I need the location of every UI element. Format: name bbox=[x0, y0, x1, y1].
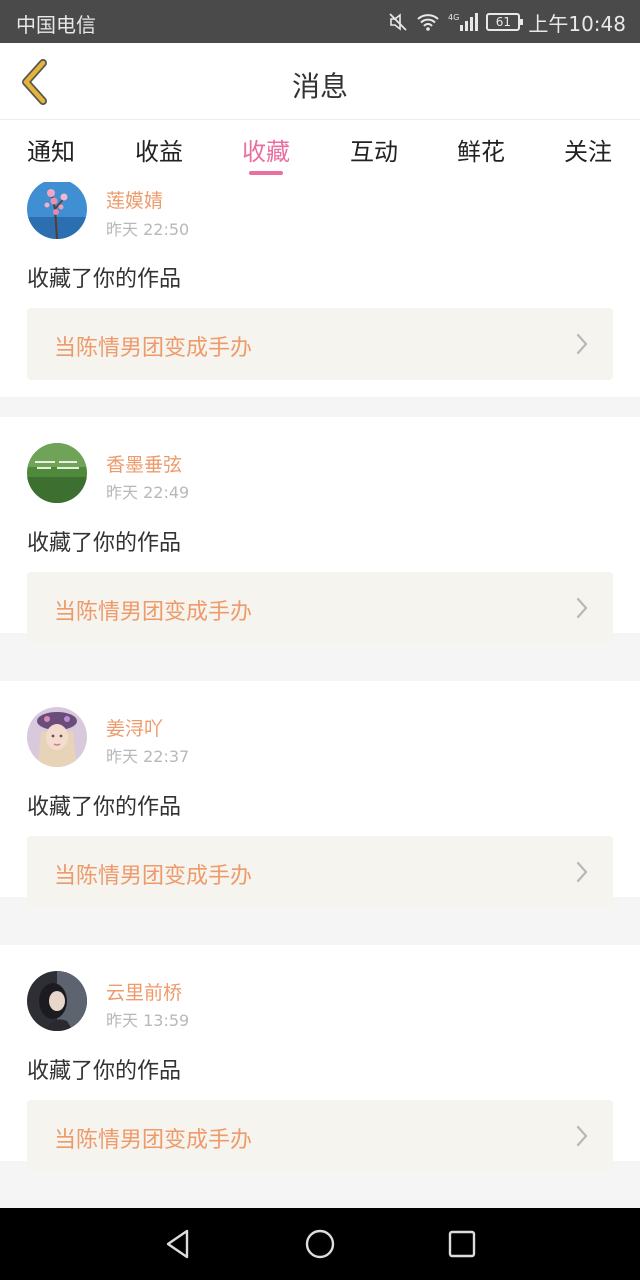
home-circle-icon bbox=[305, 1229, 335, 1259]
work-link[interactable]: 当陈情男团变成手办 bbox=[27, 308, 613, 380]
avatar[interactable] bbox=[27, 182, 87, 239]
timestamp: 昨天 22:50 bbox=[106, 220, 190, 239]
work-title: 当陈情男团变成手办 bbox=[54, 864, 253, 889]
mute-icon bbox=[388, 12, 408, 32]
username[interactable]: 姜浔吖 bbox=[106, 714, 163, 741]
action-text: 收藏了你的作品 bbox=[27, 1059, 182, 1084]
notification-card: 莲嫫婧 昨天 22:50 收藏了你的作品 当陈情男团变成手办 bbox=[0, 182, 640, 397]
carrier-label: 中国电信 bbox=[16, 13, 96, 37]
action-text: 收藏了你的作品 bbox=[27, 795, 182, 820]
work-link[interactable]: 当陈情男团变成手办 bbox=[27, 1100, 613, 1172]
tab-notify[interactable]: 通知 bbox=[1, 132, 101, 167]
timestamp: 昨天 22:37 bbox=[106, 747, 190, 766]
avatar[interactable] bbox=[27, 971, 87, 1031]
chevron-right-icon bbox=[576, 597, 588, 619]
action-text: 收藏了你的作品 bbox=[27, 531, 182, 556]
avatar[interactable] bbox=[27, 707, 87, 767]
nav-back-button[interactable] bbox=[158, 1224, 198, 1264]
tab-favorites[interactable]: 收藏 bbox=[216, 132, 316, 167]
battery-icon: 61 bbox=[486, 13, 524, 31]
chevron-right-icon bbox=[576, 861, 588, 883]
system-nav-bar bbox=[0, 1208, 640, 1280]
action-text: 收藏了你的作品 bbox=[27, 267, 182, 292]
tab-interaction[interactable]: 互动 bbox=[324, 132, 424, 167]
wifi-icon bbox=[416, 12, 440, 32]
username[interactable]: 云里前桥 bbox=[106, 978, 182, 1005]
nav-home-button[interactable] bbox=[300, 1224, 340, 1264]
chevron-right-icon bbox=[576, 1125, 588, 1147]
tab-earnings[interactable]: 收益 bbox=[109, 132, 209, 167]
active-tab-indicator bbox=[249, 171, 283, 175]
status-icons: 4G 61 上午10:48 bbox=[388, 8, 626, 36]
nav-recents-button[interactable] bbox=[442, 1224, 482, 1264]
notification-card: 姜浔吖 昨天 22:37 收藏了你的作品 当陈情男团变成手办 bbox=[0, 681, 640, 908]
notification-list[interactable]: 莲嫫婧 昨天 22:50 收藏了你的作品 当陈情男团变成手办 香墨垂弦 昨天 2… bbox=[0, 182, 640, 1208]
status-bar: 中国电信 4G 61 上午10:48 bbox=[0, 0, 640, 43]
title-bar: 消息 bbox=[0, 43, 640, 120]
back-triangle-icon bbox=[166, 1229, 189, 1259]
username[interactable]: 莲嫫婧 bbox=[106, 186, 163, 213]
work-title: 当陈情男团变成手办 bbox=[54, 1128, 253, 1153]
work-title: 当陈情男团变成手办 bbox=[54, 600, 253, 625]
timestamp: 昨天 22:49 bbox=[106, 483, 190, 502]
clock-label: 上午10:48 bbox=[528, 11, 626, 36]
network-label: 4G bbox=[448, 13, 459, 22]
notification-card: 云里前桥 昨天 13:59 收藏了你的作品 当陈情男团变成手办 bbox=[0, 945, 640, 1172]
tab-flowers[interactable]: 鲜花 bbox=[431, 132, 531, 167]
work-link[interactable]: 当陈情男团变成手办 bbox=[27, 572, 613, 644]
username[interactable]: 香墨垂弦 bbox=[106, 450, 182, 477]
work-title: 当陈情男团变成手办 bbox=[54, 336, 253, 361]
tab-bar: 通知 收益 收藏 互动 鲜花 关注 bbox=[0, 120, 640, 182]
page-title: 消息 bbox=[291, 70, 348, 103]
recents-square-icon bbox=[448, 1230, 476, 1258]
signal-icon: 4G bbox=[448, 12, 479, 32]
avatar[interactable] bbox=[27, 443, 87, 503]
tab-follow[interactable]: 关注 bbox=[538, 132, 638, 167]
notification-card: 香墨垂弦 昨天 22:49 收藏了你的作品 当陈情男团变成手办 bbox=[0, 417, 640, 644]
chevron-right-icon bbox=[576, 333, 588, 355]
work-link[interactable]: 当陈情男团变成手办 bbox=[27, 836, 613, 908]
timestamp: 昨天 13:59 bbox=[106, 1011, 190, 1030]
